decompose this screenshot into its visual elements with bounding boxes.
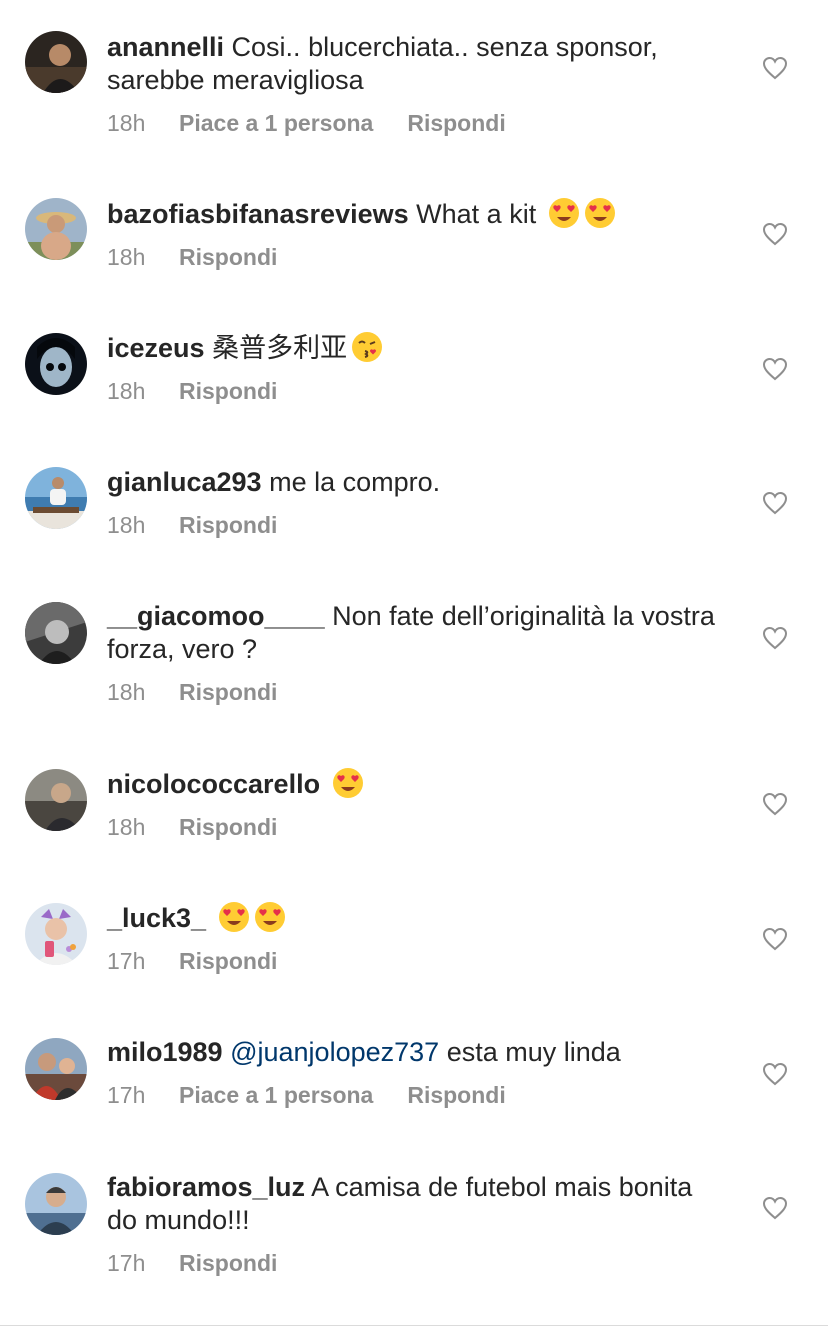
heart-outline-icon[interactable] [762, 222, 788, 246]
avatar[interactable] [25, 198, 87, 260]
comment-body: What a kit [416, 199, 537, 229]
comment-text: anannelli Cosi.. blucerchiata.. senza sp… [107, 31, 727, 97]
comment-body: esta muy linda [446, 1037, 621, 1067]
comment-text: _luck3_ [107, 901, 727, 935]
comment-text: __giacomoo____ Non fate dell’originalità… [107, 600, 727, 666]
reply-button[interactable]: Rispondi [179, 378, 277, 404]
reply-button[interactable]: Rispondi [179, 512, 277, 538]
reply-button[interactable]: Rispondi [407, 1082, 505, 1108]
kissing-face-emoji [351, 331, 383, 363]
avatar[interactable] [25, 1038, 87, 1100]
avatar[interactable] [25, 769, 87, 831]
comment-text: nicolococcarello [107, 767, 727, 801]
heart-eyes-emoji [218, 901, 250, 933]
reply-button[interactable]: Rispondi [179, 814, 277, 840]
avatar[interactable] [25, 467, 87, 529]
avatar[interactable] [25, 903, 87, 965]
comment-text: icezeus 桑普多利亚 [107, 331, 727, 365]
comment-username[interactable]: bazofiasbifanasreviews [107, 199, 409, 229]
heart-outline-icon[interactable] [762, 1062, 788, 1086]
comment-time: 18h [107, 110, 146, 136]
comment-time: 17h [107, 1082, 146, 1108]
heart-outline-icon[interactable] [762, 491, 788, 515]
avatar[interactable] [25, 602, 87, 664]
comment-text: gianluca293 me la compro. [107, 466, 727, 499]
comment-time: 17h [107, 948, 146, 974]
avatar[interactable] [25, 1173, 87, 1235]
comment-username[interactable]: fabioramos_luz [107, 1172, 305, 1202]
comment-username[interactable]: _luck3_ [107, 903, 206, 933]
divider [0, 1325, 828, 1326]
comment-time: 18h [107, 244, 146, 270]
comment-text: milo1989 @juanjolopez737 esta muy linda [107, 1036, 727, 1069]
comment-body: 桑普多利亚 [212, 333, 348, 363]
comment-username[interactable]: milo1989 [107, 1037, 223, 1067]
comment-likes[interactable]: Piace a 1 persona [179, 1082, 373, 1108]
comment-time: 18h [107, 378, 146, 404]
reply-button[interactable]: Rispondi [179, 1250, 277, 1276]
comment-username[interactable]: __giacomoo____ [107, 601, 325, 631]
heart-outline-icon[interactable] [762, 357, 788, 381]
heart-eyes-emoji [584, 197, 616, 229]
reply-button[interactable]: Rispondi [179, 244, 277, 270]
comment-time: 18h [107, 679, 146, 705]
reply-button[interactable]: Rispondi [179, 679, 277, 705]
comment-body: me la compro. [269, 467, 441, 497]
comment-time: 18h [107, 814, 146, 840]
comment-time: 18h [107, 512, 146, 538]
reply-button[interactable]: Rispondi [179, 948, 277, 974]
avatar[interactable] [25, 31, 87, 93]
comment-text: fabioramos_luz A camisa de futebol mais … [107, 1171, 727, 1237]
heart-outline-icon[interactable] [762, 927, 788, 951]
heart-outline-icon[interactable] [762, 626, 788, 650]
comment-username[interactable]: gianluca293 [107, 467, 262, 497]
mention-link[interactable]: @juanjolopez737 [230, 1037, 439, 1067]
comment-username[interactable]: icezeus [107, 333, 205, 363]
avatar[interactable] [25, 333, 87, 395]
comment-username[interactable]: nicolococcarello [107, 769, 320, 799]
comment-username[interactable]: anannelli [107, 32, 224, 62]
heart-eyes-emoji [254, 901, 286, 933]
comment-text: bazofiasbifanasreviews What a kit [107, 197, 727, 231]
heart-outline-icon[interactable] [762, 1196, 788, 1220]
comment-likes[interactable]: Piace a 1 persona [179, 110, 373, 136]
comments-list: anannelli Cosi.. blucerchiata.. senza sp… [0, 0, 828, 1329]
heart-outline-icon[interactable] [762, 56, 788, 80]
reply-button[interactable]: Rispondi [407, 110, 505, 136]
heart-outline-icon[interactable] [762, 792, 788, 816]
comment-time: 17h [107, 1250, 146, 1276]
heart-eyes-emoji [332, 767, 364, 799]
heart-eyes-emoji [548, 197, 580, 229]
